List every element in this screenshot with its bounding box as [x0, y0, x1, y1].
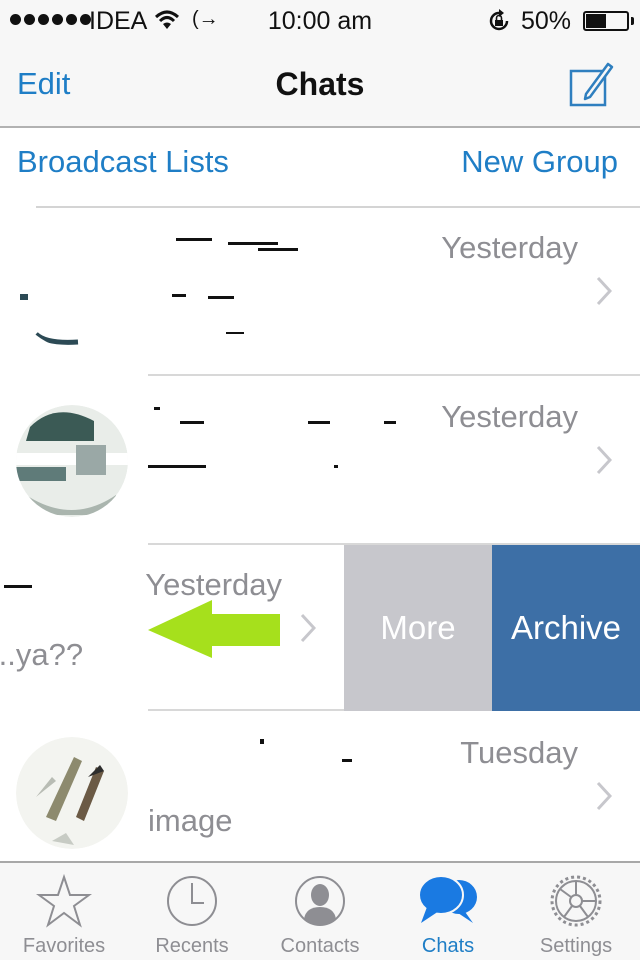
tab-chats[interactable]: Chats	[384, 863, 512, 960]
tab-contacts[interactable]: Contacts	[256, 863, 384, 960]
chat-time: Yesterday	[441, 230, 578, 265]
tab-label: Recents	[155, 935, 229, 957]
battery-fill	[586, 14, 606, 28]
swipe-left-arrow-icon	[148, 600, 280, 658]
battery-nub	[631, 17, 634, 25]
edit-button[interactable]: Edit	[17, 66, 70, 102]
chat-row-swiped[interactable]: Yesterday ...ya?? More Archive	[0, 545, 640, 711]
chat-preview: ...ya??	[0, 637, 84, 672]
tab-bar: Favorites Recents Contacts Chats Setting…	[0, 861, 640, 960]
chat-row[interactable]: Yesterday	[0, 377, 640, 545]
chat-row[interactable]: Yesterday	[0, 208, 640, 376]
chevron-right-icon	[300, 613, 316, 643]
chat-name-redacted	[148, 234, 398, 268]
chevron-right-icon	[596, 445, 612, 475]
star-icon	[36, 873, 92, 928]
tab-label: Chats	[421, 935, 475, 957]
status-bar: IDEA (→ 10:00 am 50%	[0, 0, 640, 42]
tab-favorites[interactable]: Favorites	[0, 863, 128, 960]
avatar	[16, 236, 128, 348]
tab-label: Favorites	[22, 935, 106, 957]
tab-label: Contacts	[280, 935, 360, 957]
tab-settings[interactable]: Settings	[512, 863, 640, 960]
clock-icon	[167, 876, 217, 926]
chat-time: Yesterday	[441, 399, 578, 434]
chat-time: Tuesday	[460, 735, 578, 770]
nav-bar: Edit Chats	[0, 42, 640, 128]
battery-percent: 50%	[521, 7, 572, 35]
chat-name-redacted	[148, 403, 398, 437]
chat-name-redacted	[4, 585, 32, 588]
chevron-right-icon	[596, 781, 612, 811]
rotation-lock-icon	[489, 9, 509, 31]
tab-recents[interactable]: Recents	[128, 863, 256, 960]
more-button[interactable]: More	[344, 545, 492, 711]
action-bar: Broadcast Lists New Group	[0, 130, 640, 208]
page-title: Chats	[275, 66, 365, 102]
gear-icon	[550, 875, 602, 927]
contact-icon	[295, 876, 345, 926]
avatar	[16, 737, 128, 849]
chat-name-redacted	[148, 739, 398, 773]
tab-label: Settings	[539, 935, 613, 957]
chat-row[interactable]: Tuesday image	[0, 713, 640, 861]
battery-icon	[583, 11, 629, 31]
avatar	[16, 405, 128, 517]
chat-time: Yesterday	[145, 567, 282, 602]
divider	[148, 374, 640, 376]
archive-button[interactable]: Archive	[492, 545, 640, 711]
chevron-right-icon	[596, 276, 612, 306]
chat-preview: image	[148, 803, 233, 838]
chat-bubbles-icon	[418, 875, 477, 923]
compose-icon[interactable]	[566, 58, 618, 110]
divider	[148, 709, 344, 711]
broadcast-lists-link[interactable]: Broadcast Lists	[17, 144, 229, 180]
new-group-link[interactable]: New Group	[461, 144, 618, 180]
